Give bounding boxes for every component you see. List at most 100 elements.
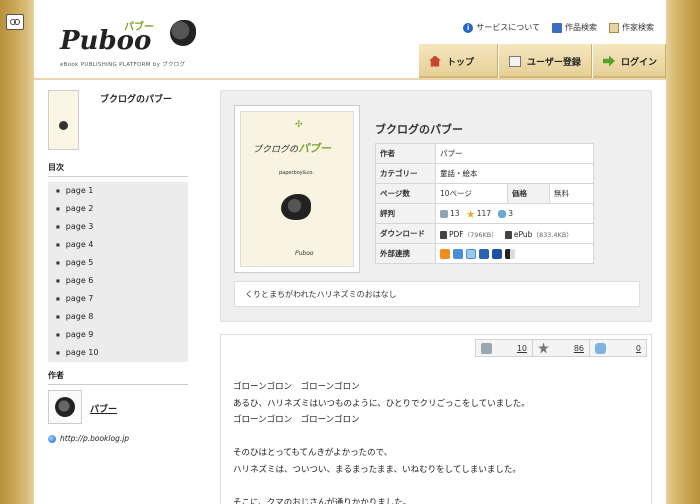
reader-mode-icon[interactable] xyxy=(6,14,24,30)
nav-top-label: トップ xyxy=(447,57,475,68)
book-cover[interactable]: ✣ ブクログのパブー paperboy&co. Puboo xyxy=(234,105,360,273)
nav-register-button[interactable]: ユーザー登録 xyxy=(498,44,592,78)
author-url-link[interactable]: http://p.booklog.jp xyxy=(60,434,129,443)
toc-item[interactable]: page 9 xyxy=(48,326,188,344)
book-search-icon xyxy=(552,22,562,33)
puboo-logo[interactable]: Puboo パブー eBook PUBLISHING PLATFORM by ブ… xyxy=(60,18,210,70)
bookmark-icon[interactable] xyxy=(466,248,476,259)
toc-list: page 1 page 2 page 3 page 4 page 5 page … xyxy=(48,182,188,362)
pdf-label: PDF xyxy=(449,229,464,239)
download-label: ダウンロード xyxy=(375,223,436,244)
toc-link[interactable]: page 2 xyxy=(66,204,94,213)
external-cell xyxy=(435,243,594,264)
author-name-link[interactable]: パブー xyxy=(90,402,117,415)
star-count[interactable]: 86 xyxy=(574,344,584,353)
toc-item[interactable]: page 1 xyxy=(48,182,188,200)
book-thumbnail[interactable] xyxy=(48,90,79,150)
download-cell: PDF（796KB） ePub（833.4KB） xyxy=(435,223,594,244)
toc-link[interactable]: page 6 xyxy=(66,276,94,285)
register-icon xyxy=(509,55,521,67)
book-description: くりとまちがわれたハリネズミのおはなし xyxy=(234,281,640,307)
sidebar-book-title[interactable]: ブクログのパブー xyxy=(100,92,172,105)
clip-stat[interactable]: 10 xyxy=(475,339,533,357)
main-nav: トップ ユーザー登録 ログイン xyxy=(418,44,666,78)
delicious-icon[interactable] xyxy=(505,248,515,259)
external-label: 外部連携 xyxy=(375,243,436,264)
star-icon xyxy=(466,210,475,218)
toc-link[interactable]: page 8 xyxy=(66,312,94,321)
category-link[interactable]: 童話・絵本 xyxy=(440,169,478,178)
cover-publisher: paperboy&co. xyxy=(279,170,314,176)
rating-comments: 3 xyxy=(508,209,513,218)
pdf-download-link[interactable]: PDF（796KB） xyxy=(449,230,498,239)
clip-icon xyxy=(440,210,448,218)
cover-art: ✣ ブクログのパブー paperboy&co. Puboo xyxy=(240,111,354,267)
story-line: そこに、クマのおじさんが通りかかりました。 xyxy=(233,497,412,504)
story-line: ハリネズミは、ついつい、まるまったまま、いねむりをしてしまいました。 xyxy=(233,464,521,475)
cover-title-b: パブー xyxy=(298,142,332,155)
toc-item[interactable]: page 4 xyxy=(48,236,188,254)
cover-logo: Puboo xyxy=(295,250,314,257)
toc-item[interactable]: page 8 xyxy=(48,308,188,326)
epub-file-icon xyxy=(504,230,512,239)
share-icon[interactable] xyxy=(453,248,463,259)
toc-heading: 目次 xyxy=(48,162,188,177)
story-line: ゴローンゴロン ゴローンゴロン xyxy=(233,415,360,425)
pages-value: 10ページ xyxy=(435,183,508,204)
rss-icon[interactable] xyxy=(440,248,450,259)
epub-label: ePub xyxy=(513,229,533,239)
author-search-link[interactable]: 作家検索 xyxy=(609,22,654,33)
book-search-link[interactable]: 作品検索 xyxy=(552,22,597,33)
rating-stars: 117 xyxy=(476,209,492,218)
book-author-link[interactable]: パブー xyxy=(440,149,463,158)
story-line xyxy=(233,429,633,446)
story-text: ゴローンゴロン ゴローンゴロン あるひ、ハリネズミはいつものように、ひとりでクリ… xyxy=(233,379,633,504)
comment-icon xyxy=(595,342,606,354)
toc-item[interactable]: page 7 xyxy=(48,290,188,308)
pdf-size: （796KB） xyxy=(463,230,498,239)
page: Puboo パブー eBook PUBLISHING PLATFORM by ブ… xyxy=(34,0,666,504)
rating-clips: 13 xyxy=(450,209,460,218)
logo-subtitle: eBook PUBLISHING PLATFORM by ブクログ xyxy=(60,62,186,68)
star-icon xyxy=(538,342,549,354)
pages-label: ページ数 xyxy=(375,183,436,204)
toc-link[interactable]: page 10 xyxy=(66,348,99,357)
nav-login-label: ログイン xyxy=(621,57,658,68)
hedgehog-illustration-icon xyxy=(281,194,311,220)
rating-cell: 13 117 3 xyxy=(435,203,594,224)
category-cell: 童話・絵本 xyxy=(435,163,594,184)
epub-download-link[interactable]: ePub（833.4KB） xyxy=(514,230,573,239)
toc-item[interactable]: page 5 xyxy=(48,254,188,272)
blog-b-icon[interactable] xyxy=(492,248,502,259)
author-avatar[interactable] xyxy=(48,390,82,424)
price-value: 無料 xyxy=(549,183,594,204)
nav-login-button[interactable]: ログイン xyxy=(592,44,666,78)
clip-count[interactable]: 10 xyxy=(517,344,527,353)
comment-count[interactable]: 0 xyxy=(636,344,641,353)
toc-link[interactable]: page 7 xyxy=(66,294,94,303)
toc-link[interactable]: page 9 xyxy=(66,330,94,339)
book-info-table: 作者 パブー カテゴリー 童話・絵本 ページ数 10ページ 価格 無料 評判 1… xyxy=(375,143,594,264)
nav-top-button[interactable]: トップ xyxy=(418,44,498,78)
toc-link[interactable]: page 1 xyxy=(66,186,94,195)
clip-icon xyxy=(481,342,492,354)
cover-title: ブクログのパブー xyxy=(253,140,331,156)
logo-kana: パブー xyxy=(124,22,154,33)
star-stat[interactable]: 86 xyxy=(532,339,590,357)
author-heading: 作者 xyxy=(48,370,188,385)
toc-link[interactable]: page 3 xyxy=(66,222,94,231)
pdf-file-icon xyxy=(440,230,447,239)
cover-title-a: ブクログの xyxy=(253,145,299,155)
hatena-b-icon[interactable] xyxy=(479,248,489,259)
toc-item[interactable]: page 2 xyxy=(48,200,188,218)
social-links xyxy=(440,248,589,259)
comment-stat[interactable]: 0 xyxy=(589,339,647,357)
toc-item[interactable]: page 3 xyxy=(48,218,188,236)
stats-bar: 10 86 0 xyxy=(475,339,647,357)
about-service-link[interactable]: i サービスについて xyxy=(463,22,540,33)
toc-item[interactable]: page 6 xyxy=(48,272,188,290)
toc-link[interactable]: page 5 xyxy=(66,258,94,267)
toc-item[interactable]: page 10 xyxy=(48,344,188,362)
toc-link[interactable]: page 4 xyxy=(66,240,94,249)
author-website[interactable]: http://p.booklog.jp xyxy=(48,434,129,443)
